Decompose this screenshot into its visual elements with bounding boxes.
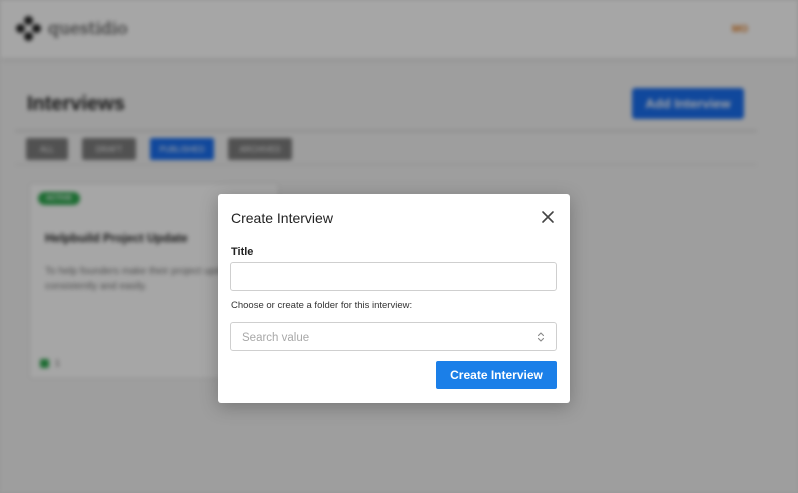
close-icon [542,211,554,223]
title-input[interactable] [230,262,557,291]
chevron-up-down-icon [537,332,545,342]
title-label: Title [231,246,254,258]
create-interview-dialog: Create Interview Title Choose or create … [218,194,570,403]
close-button[interactable] [541,210,555,224]
folder-select[interactable]: Search value [230,322,557,351]
create-interview-button[interactable]: Create Interview [436,361,557,389]
folder-select-placeholder: Search value [242,332,310,344]
folder-label: Choose or create a folder for this inter… [231,300,413,311]
dialog-title: Create Interview [231,210,333,226]
